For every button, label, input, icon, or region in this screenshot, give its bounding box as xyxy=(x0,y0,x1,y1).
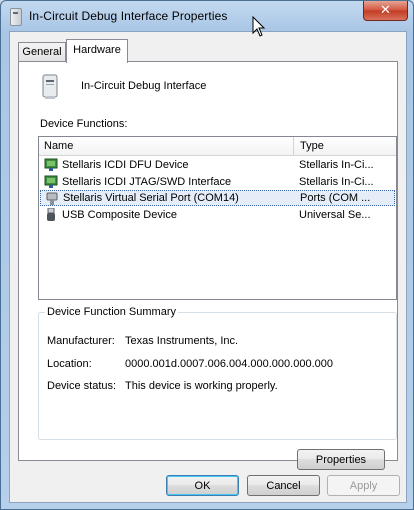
title-bar[interactable]: In-Circuit Debug Interface Properties ✕ xyxy=(1,1,413,31)
row-name: Stellaris ICDI JTAG/SWD Interface xyxy=(62,176,232,188)
cancel-button[interactable]: Cancel xyxy=(247,475,320,496)
summary-title: Device Function Summary xyxy=(45,306,178,318)
list-item-selected[interactable]: Stellaris Virtual Serial Port (COM14) Po… xyxy=(40,190,395,206)
row-type: Ports (COM ... xyxy=(300,192,371,204)
location-value: 0000.001d.0007.006.004.000.000.000.000 xyxy=(125,358,333,370)
close-button[interactable]: ✕ xyxy=(363,1,408,21)
list-header: Name Type xyxy=(39,137,396,156)
device-icon xyxy=(42,74,58,99)
manufacturer-value: Texas Instruments, Inc. xyxy=(125,335,239,347)
device-functions-list[interactable]: Name Type Stellaris ICDI DFU Device Stel… xyxy=(38,136,397,300)
properties-window: In-Circuit Debug Interface Properties ✕ … xyxy=(0,0,414,510)
tab-hardware[interactable]: Hardware xyxy=(66,39,128,63)
row-name: Stellaris ICDI DFU Device xyxy=(62,159,189,171)
device-function-summary xyxy=(38,312,397,440)
network-device-icon xyxy=(44,158,58,171)
mouse-cursor-icon xyxy=(252,16,266,37)
device-name: In-Circuit Debug Interface xyxy=(81,80,207,92)
tab-general[interactable]: General xyxy=(18,42,66,62)
usb-plug-icon xyxy=(47,208,55,221)
properties-button[interactable]: Properties xyxy=(297,449,385,470)
network-device-icon xyxy=(44,175,58,188)
apply-button: Apply xyxy=(327,475,400,496)
column-divider[interactable] xyxy=(293,137,294,155)
row-name: Stellaris Virtual Serial Port (COM14) xyxy=(63,192,239,204)
manufacturer-label: Manufacturer: xyxy=(47,335,115,347)
hardware-tab-panel: In-Circuit Debug Interface Device Functi… xyxy=(18,61,398,470)
window-title: In-Circuit Debug Interface Properties xyxy=(29,9,228,23)
device-functions-label: Device Functions: xyxy=(40,118,128,130)
list-item[interactable]: USB Composite Device Universal Se... xyxy=(40,207,395,223)
row-type: Stellaris In-Ci... xyxy=(299,159,374,171)
list-item[interactable]: Stellaris ICDI JTAG/SWD Interface Stella… xyxy=(40,174,395,190)
row-name: USB Composite Device xyxy=(62,209,177,221)
row-type: Universal Se... xyxy=(299,209,371,221)
device-icon xyxy=(10,8,22,26)
column-header-type[interactable]: Type xyxy=(300,140,324,152)
location-label: Location: xyxy=(47,358,92,370)
serial-port-icon xyxy=(46,192,58,205)
list-item[interactable]: Stellaris ICDI DFU Device Stellaris In-C… xyxy=(40,157,395,173)
dialog-body: General Hardware In-Circuit Debug Interf… xyxy=(9,31,407,503)
device-status-value: This device is working properly. xyxy=(125,380,278,392)
column-header-name[interactable]: Name xyxy=(44,140,73,152)
device-status-label: Device status: xyxy=(47,380,117,392)
row-type: Stellaris In-Ci... xyxy=(299,176,374,188)
ok-button[interactable]: OK xyxy=(166,475,239,496)
